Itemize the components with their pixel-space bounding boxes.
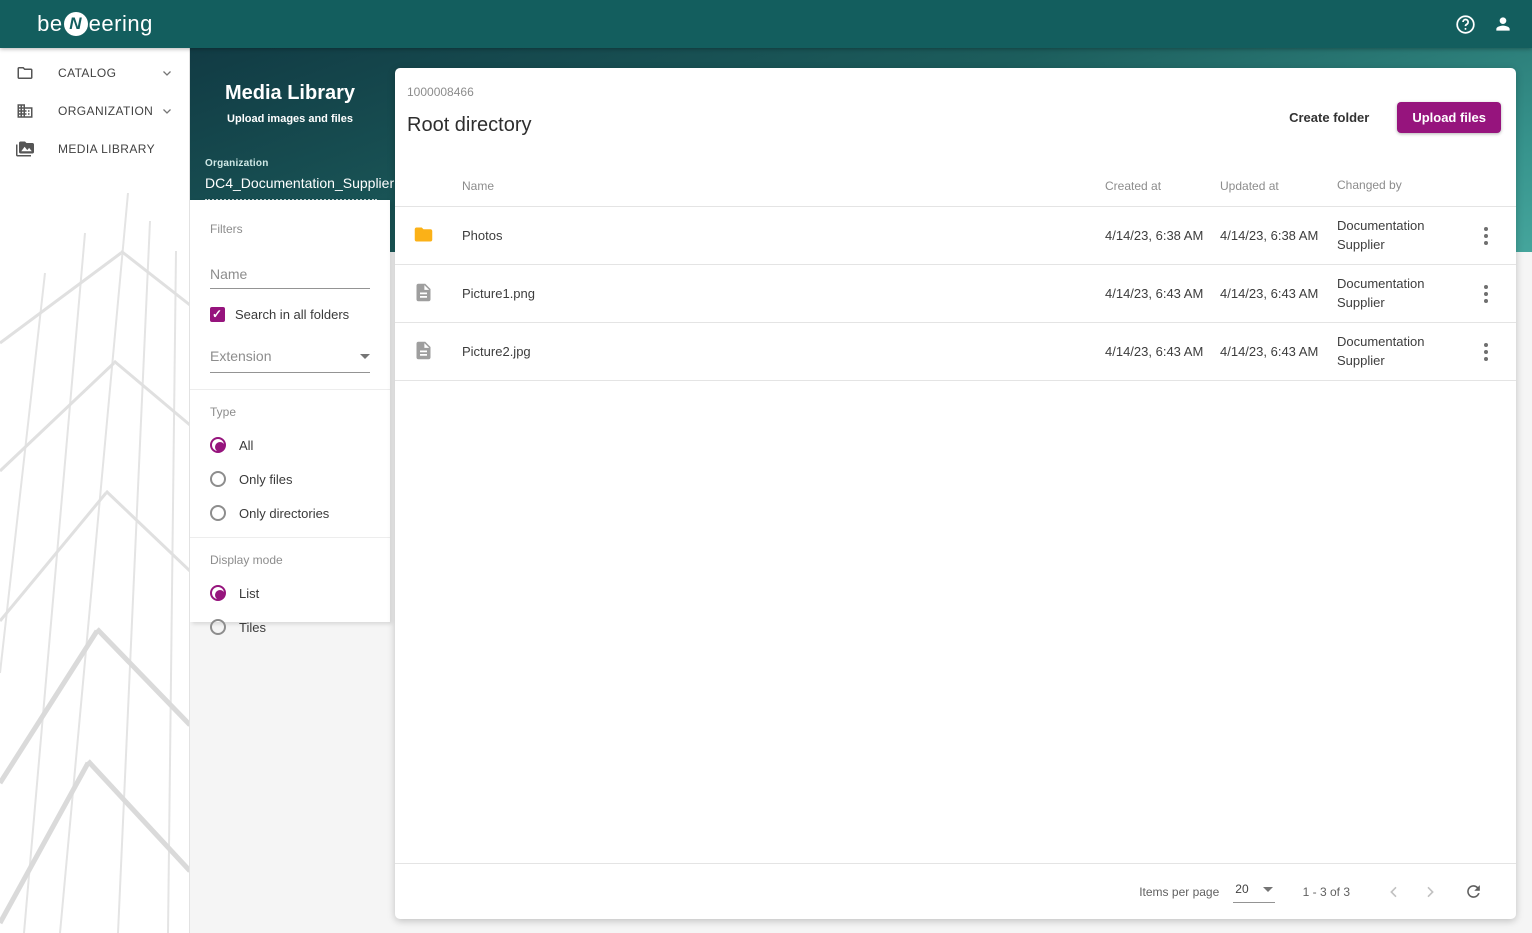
sidebar-nav: CATALOG ORGANIZATION MEDIA LIBRARY xyxy=(0,48,189,168)
radio-selected-icon xyxy=(210,437,226,453)
updated-at: 4/14/23, 6:38 AM xyxy=(1220,228,1319,243)
type-radio-all[interactable]: All xyxy=(210,437,370,453)
created-at: 4/14/23, 6:43 AM xyxy=(1105,286,1204,301)
sidebar-item-label: MEDIA LIBRARY xyxy=(58,142,156,156)
radio-icon xyxy=(210,505,226,521)
module-title: Media Library xyxy=(224,82,356,104)
items-per-page-value: 20 xyxy=(1235,882,1249,896)
kebab-menu-icon[interactable] xyxy=(1478,337,1494,367)
type-heading: Type xyxy=(210,405,237,419)
folder-row-icon xyxy=(413,224,434,248)
logo-text-pre: be xyxy=(37,11,63,36)
name-filter-input[interactable] xyxy=(210,262,370,289)
chevron-down-icon xyxy=(161,105,173,117)
top-app-bar: be Neering xyxy=(0,0,1532,48)
refresh-icon[interactable] xyxy=(1458,877,1488,907)
column-header-created: Created at xyxy=(1105,178,1162,193)
card-actions: Create folder Upload files xyxy=(1281,102,1501,133)
radio-selected-icon xyxy=(210,585,226,601)
column-header-updated: Updated at xyxy=(1220,178,1279,193)
organization-icon xyxy=(16,102,34,120)
created-at: 4/14/23, 6:38 AM xyxy=(1105,228,1204,243)
next-page-icon[interactable] xyxy=(1416,878,1444,906)
file-row-icon xyxy=(413,340,434,364)
changed-by: Documentation Supplier xyxy=(1337,275,1425,310)
table-row[interactable]: Picture1.png 4/14/23, 6:43 AM 4/14/23, 6… xyxy=(395,265,1516,323)
sidebar-item-label: ORGANIZATION xyxy=(58,104,154,118)
organization-value: DC4_Documentation_Supplier xyxy=(205,175,395,191)
section-divider xyxy=(190,389,390,390)
dropdown-arrow-icon xyxy=(360,353,370,359)
media-library-icon xyxy=(16,140,34,158)
search-all-folders-checkbox[interactable]: Search in all folders xyxy=(210,307,370,322)
files-table: Name Created at Updated at Changed by Ph… xyxy=(395,165,1516,381)
help-icon[interactable] xyxy=(1454,13,1476,35)
checkbox-label: Search in all folders xyxy=(235,307,350,322)
extension-select[interactable]: Extension xyxy=(210,348,370,373)
file-name: Picture1.png xyxy=(462,286,535,301)
directory-id: 1000008466 xyxy=(407,85,474,99)
dropdown-arrow-icon xyxy=(1262,886,1273,892)
extension-select-value: Extension xyxy=(210,348,272,364)
display-radio-tiles[interactable]: Tiles xyxy=(210,619,370,635)
sidebar-item-catalog[interactable]: CATALOG xyxy=(0,54,189,92)
type-radio-only-directories[interactable]: Only directories xyxy=(210,505,370,521)
organization-label: Organization xyxy=(205,158,269,169)
module-header: Media Library Upload images and files xyxy=(190,82,390,125)
column-header-name: Name xyxy=(462,178,495,193)
created-at: 4/14/23, 6:43 AM xyxy=(1105,344,1204,359)
checkbox-checked-icon xyxy=(210,307,225,322)
upload-files-button[interactable]: Upload files xyxy=(1397,102,1501,133)
chevron-down-icon xyxy=(161,67,173,79)
table-header-row: Name Created at Updated at Changed by xyxy=(395,165,1516,207)
brand-logo: be Neering xyxy=(0,11,190,37)
root-directory-card: 1000008466 Root directory Create folder … xyxy=(395,68,1516,919)
kebab-menu-icon[interactable] xyxy=(1478,221,1494,251)
table-row[interactable]: Photos 4/14/23, 6:38 AM 4/14/23, 6:38 AM… xyxy=(395,207,1516,265)
table-row[interactable]: Picture2.jpg 4/14/23, 6:43 AM 4/14/23, 6… xyxy=(395,323,1516,381)
filters-panel: Filters Search in all folders Extension … xyxy=(190,200,390,635)
folder-icon xyxy=(16,64,34,82)
media-library-app: be Neering CATALOG ORGANIZATION MEDIA LI… xyxy=(0,0,1532,933)
building-watermark xyxy=(0,193,189,933)
sidebar-item-label: CATALOG xyxy=(58,66,117,80)
file-name: Picture2.jpg xyxy=(462,344,531,359)
kebab-menu-icon[interactable] xyxy=(1478,279,1494,309)
items-per-page-select[interactable]: 20 xyxy=(1233,880,1275,903)
changed-by: Documentation Supplier xyxy=(1337,217,1425,252)
column-header-changed: Changed by xyxy=(1337,177,1402,192)
filters-heading: Filters xyxy=(210,222,243,236)
updated-at: 4/14/23, 6:43 AM xyxy=(1220,344,1319,359)
prev-page-icon[interactable] xyxy=(1380,878,1408,906)
page-title: Root directory xyxy=(407,114,532,136)
file-name: Photos xyxy=(462,228,503,243)
create-folder-button[interactable]: Create folder xyxy=(1281,104,1377,131)
radio-icon xyxy=(210,471,226,487)
module-subtitle: Upload images and files xyxy=(227,113,353,125)
updated-at: 4/14/23, 6:43 AM xyxy=(1220,286,1319,301)
paginator: Items per page 20 1 - 3 of 3 xyxy=(395,863,1516,919)
logo-n-icon: N xyxy=(63,12,88,36)
display-radio-list[interactable]: List xyxy=(210,585,370,601)
changed-by: Documentation Supplier xyxy=(1337,333,1425,368)
topbar-actions xyxy=(1454,13,1532,35)
section-divider xyxy=(190,537,390,538)
sidebar-item-organization[interactable]: ORGANIZATION xyxy=(0,92,189,130)
user-icon[interactable] xyxy=(1492,13,1514,35)
page-range-label: 1 - 3 of 3 xyxy=(1302,884,1350,899)
logo-text-post: eering xyxy=(88,11,153,36)
file-row-icon xyxy=(413,282,434,306)
radio-icon xyxy=(210,619,226,635)
display-mode-heading: Display mode xyxy=(210,553,283,567)
type-radio-only-files[interactable]: Only files xyxy=(210,471,370,487)
items-per-page-label: Items per page xyxy=(1139,884,1220,899)
sidebar-item-media-library[interactable]: MEDIA LIBRARY xyxy=(0,130,189,168)
sidebar: CATALOG ORGANIZATION MEDIA LIBRARY xyxy=(0,48,190,933)
